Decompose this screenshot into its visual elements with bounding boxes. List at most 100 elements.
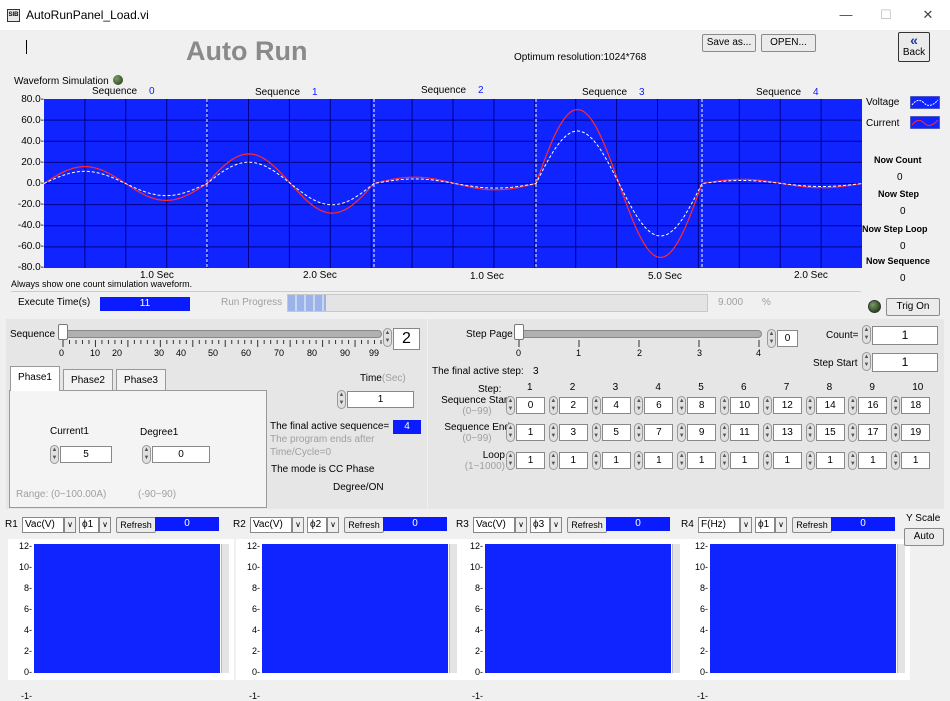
monitor-measure-select[interactable]: Vac(V) <box>250 517 292 533</box>
chevron-down-icon[interactable]: ∨ <box>64 517 76 533</box>
step-cell-input[interactable]: 1 <box>730 452 759 469</box>
monitor-measure-select[interactable]: Vac(V) <box>473 517 515 533</box>
chevron-down-icon[interactable]: ∨ <box>515 517 527 533</box>
step-cell-stepper[interactable]: ▲ ▼ <box>548 396 558 415</box>
step-start-input[interactable]: 1 <box>872 353 938 372</box>
step-cell-stepper[interactable]: ▲ ▼ <box>720 451 729 470</box>
chevron-down-icon[interactable]: ∨ <box>327 517 339 533</box>
trig-on-button[interactable]: Trig On <box>886 298 940 316</box>
chevron-down-icon[interactable]: ∨ <box>99 517 111 533</box>
step-cell-input[interactable]: 17 <box>858 424 888 441</box>
save-as-button[interactable]: Save as... <box>702 34 756 52</box>
step-cell-input[interactable]: 1 <box>601 452 631 469</box>
monitor-phase-select[interactable]: ϕ3 <box>530 517 550 533</box>
step-cell-stepper[interactable]: ▲ ▼ <box>591 423 601 442</box>
chevron-down-icon[interactable]: ∨ <box>740 517 752 533</box>
count-stepper[interactable]: ▲ ▼ <box>862 325 871 344</box>
chevron-down-icon[interactable]: ∨ <box>292 517 304 533</box>
step-cell-stepper[interactable]: ▲ ▼ <box>506 396 515 415</box>
degree1-input[interactable]: 0 <box>152 446 210 463</box>
sequence-stepper[interactable]: ▲ ▼ <box>383 328 392 347</box>
step-cell-input[interactable]: 1 <box>687 452 717 469</box>
back-button[interactable]: « Back <box>898 32 930 62</box>
step-cell-stepper[interactable]: ▲ ▼ <box>548 423 558 442</box>
step-cell-input[interactable]: 7 <box>644 424 674 441</box>
step-cell-input[interactable]: 10 <box>730 397 759 414</box>
step-cell-input[interactable]: 2 <box>558 397 588 414</box>
tab-phase3[interactable]: Phase3 <box>116 369 166 391</box>
monitor-refresh-button[interactable]: Refresh <box>116 517 156 533</box>
step-cell-input[interactable]: 13 <box>772 424 802 441</box>
monitor-refresh-button[interactable]: Refresh <box>567 517 607 533</box>
step-page-value[interactable]: 0 <box>777 330 798 347</box>
step-page-slider-track[interactable] <box>518 330 762 338</box>
step-cell-input[interactable]: 4 <box>601 397 631 414</box>
step-cell-stepper[interactable]: ▲ ▼ <box>762 423 772 442</box>
monitor-measure-select[interactable]: F(Hz) <box>698 517 740 533</box>
step-cell-stepper[interactable]: ▲ ▼ <box>805 451 815 470</box>
step-cell-input[interactable]: 9 <box>687 424 717 441</box>
time-input[interactable]: 1 <box>347 391 414 408</box>
count-input[interactable]: 1 <box>872 326 938 345</box>
step-cell-stepper[interactable]: ▲ ▼ <box>720 396 729 415</box>
step-start-stepper[interactable]: ▲ ▼ <box>862 352 871 371</box>
step-cell-stepper[interactable]: ▲ ▼ <box>591 396 601 415</box>
step-cell-stepper[interactable]: ▲ ▼ <box>891 396 901 415</box>
step-cell-input[interactable]: 8 <box>687 397 717 414</box>
monitor-phase-select[interactable]: ϕ1 <box>755 517 775 533</box>
chevron-down-icon[interactable]: ∨ <box>775 517 787 533</box>
monitor-scrollbar[interactable] <box>449 544 457 673</box>
time-stepper[interactable]: ▲ ▼ <box>337 390 346 409</box>
step-cell-input[interactable]: 1 <box>858 452 888 469</box>
maximize-button[interactable]: ☐ <box>876 6 896 24</box>
monitor-measure-select[interactable]: Vac(V) <box>22 517 64 533</box>
step-cell-input[interactable]: 18 <box>901 397 931 414</box>
minimize-button[interactable]: — <box>836 6 856 24</box>
step-cell-stepper[interactable]: ▲ ▼ <box>848 423 858 442</box>
monitor-plot[interactable] <box>710 544 896 673</box>
monitor-plot[interactable] <box>262 544 448 673</box>
step-cell-input[interactable]: 19 <box>901 424 931 441</box>
close-button[interactable]: ✕ <box>918 6 938 24</box>
current1-stepper[interactable]: ▲ ▼ <box>50 445 59 464</box>
step-cell-input[interactable]: 1 <box>558 452 588 469</box>
step-cell-input[interactable]: 1 <box>644 452 674 469</box>
step-cell-stepper[interactable]: ▲ ▼ <box>762 451 772 470</box>
tab-phase2[interactable]: Phase2 <box>63 369 113 391</box>
step-cell-stepper[interactable]: ▲ ▼ <box>591 451 601 470</box>
step-cell-input[interactable]: 16 <box>858 397 888 414</box>
sequence-slider-thumb[interactable] <box>58 324 68 340</box>
step-cell-stepper[interactable]: ▲ ▼ <box>891 451 901 470</box>
monitor-scrollbar[interactable] <box>897 544 905 673</box>
step-cell-stepper[interactable]: ▲ ▼ <box>848 451 858 470</box>
step-page-stepper[interactable]: ▲ ▼ <box>767 329 776 348</box>
current1-input[interactable]: 5 <box>60 446 112 463</box>
step-cell-input[interactable]: 15 <box>815 424 845 441</box>
step-cell-stepper[interactable]: ▲ ▼ <box>506 423 515 442</box>
chevron-down-icon[interactable]: ∨ <box>550 517 562 533</box>
step-cell-stepper[interactable]: ▲ ▼ <box>634 451 644 470</box>
step-cell-input[interactable]: 11 <box>730 424 759 441</box>
step-cell-stepper[interactable]: ▲ ▼ <box>805 423 815 442</box>
step-cell-input[interactable]: 6 <box>644 397 674 414</box>
y-scale-auto-button[interactable]: Auto <box>904 528 944 546</box>
step-cell-stepper[interactable]: ▲ ▼ <box>634 423 644 442</box>
step-page-slider-thumb[interactable] <box>514 324 524 340</box>
monitor-plot[interactable] <box>34 544 220 673</box>
sequence-slider-track[interactable] <box>62 330 382 338</box>
monitor-refresh-button[interactable]: Refresh <box>344 517 384 533</box>
waveform-plot[interactable] <box>44 99 862 268</box>
step-cell-stepper[interactable]: ▲ ▼ <box>848 396 858 415</box>
monitor-scrollbar[interactable] <box>672 544 680 673</box>
step-cell-stepper[interactable]: ▲ ▼ <box>762 396 772 415</box>
step-cell-stepper[interactable]: ▲ ▼ <box>506 451 515 470</box>
step-cell-input[interactable]: 1 <box>516 452 545 469</box>
monitor-phase-select[interactable]: ϕ1 <box>79 517 99 533</box>
degree1-stepper[interactable]: ▲ ▼ <box>142 445 151 464</box>
monitor-plot[interactable] <box>485 544 671 673</box>
monitor-refresh-button[interactable]: Refresh <box>792 517 832 533</box>
step-cell-stepper[interactable]: ▲ ▼ <box>677 451 687 470</box>
sequence-value[interactable]: 2 <box>393 328 420 350</box>
step-cell-input[interactable]: 3 <box>558 424 588 441</box>
step-cell-input[interactable]: 12 <box>772 397 802 414</box>
